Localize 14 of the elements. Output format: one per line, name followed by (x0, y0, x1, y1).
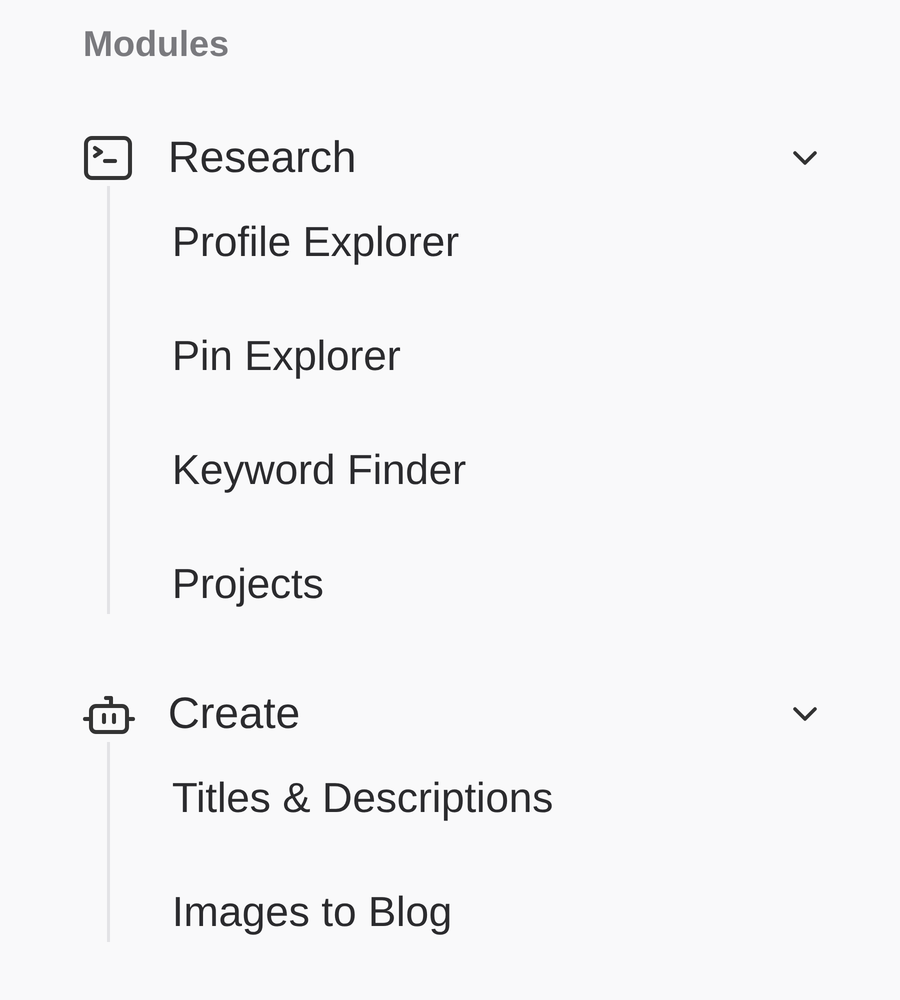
nav-item[interactable]: Titles & Descriptions (172, 770, 554, 826)
terminal-icon (83, 135, 133, 181)
group-label: Create (168, 688, 302, 740)
nav-item[interactable]: Keyword Finder (172, 442, 466, 498)
nav-group-header[interactable]: Create (83, 686, 823, 742)
chevron-icon[interactable] (792, 150, 818, 166)
section-title: Modules (83, 22, 230, 66)
nav-item[interactable]: Images to Blog (172, 884, 452, 940)
nav-item[interactable]: Pin Explorer (172, 328, 401, 384)
nav-group-header[interactable]: Research (83, 130, 823, 186)
chevron-icon[interactable] (792, 706, 818, 722)
nav-item[interactable]: Projects (172, 556, 324, 612)
group-label: Research (168, 132, 358, 184)
nav-item[interactable]: Profile Explorer (172, 214, 460, 270)
